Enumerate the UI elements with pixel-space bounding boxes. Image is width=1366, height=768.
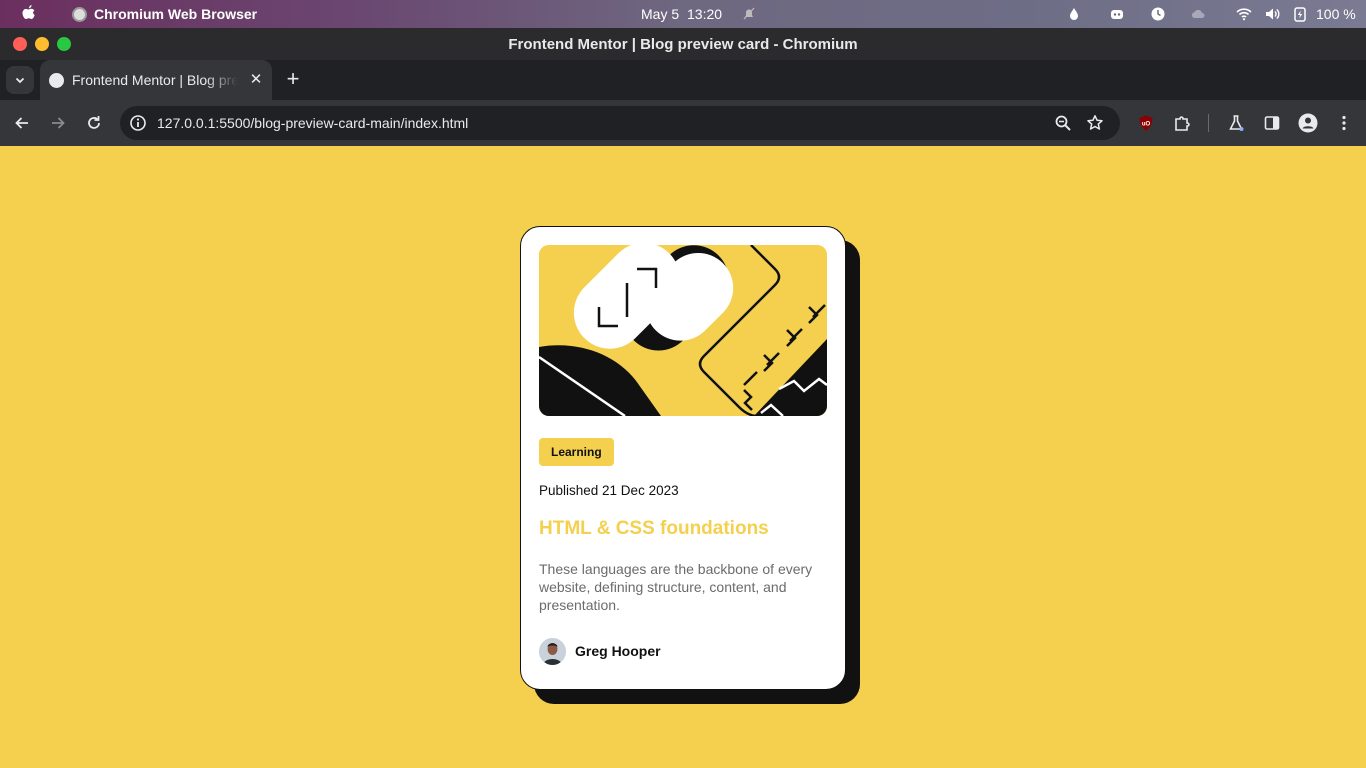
clock-date[interactable]: May 5: [641, 6, 679, 22]
browser-menu-button[interactable]: [1332, 111, 1356, 135]
volume-icon[interactable]: [1264, 6, 1280, 22]
new-tab-button[interactable]: +: [282, 68, 304, 91]
profile-avatar-icon: [1298, 113, 1318, 133]
zoom-icon[interactable]: [1054, 114, 1072, 132]
hero-illustration: [539, 245, 827, 416]
page-viewport: Learning Published 21 Dec 2023 HTML & CS…: [0, 146, 1366, 768]
article-title[interactable]: HTML & CSS foundations: [539, 518, 769, 540]
battery-percentage[interactable]: 100 %: [1316, 6, 1356, 22]
window-title-bar: Frontend Mentor | Blog preview card - Ch…: [0, 28, 1366, 60]
clock-time[interactable]: 13:20: [687, 6, 722, 22]
blog-preview-card: Learning Published 21 Dec 2023 HTML & CS…: [520, 226, 846, 690]
system-menu-bar: Chromium Web Browser May 5 13:20 100 %: [0, 0, 1366, 28]
arrow-left-icon: [15, 117, 28, 129]
profile-button[interactable]: [1296, 111, 1320, 135]
arrow-right-icon: [52, 117, 65, 129]
chevron-down-icon: [15, 77, 25, 84]
reload-button[interactable]: [82, 111, 106, 135]
droplet-icon[interactable]: [1066, 6, 1082, 22]
address-bar[interactable]: 127.0.0.1:5500/blog-preview-card-main/in…: [120, 106, 1120, 140]
category-badge: Learning: [539, 438, 614, 466]
wifi-icon[interactable]: [1236, 6, 1252, 22]
back-button[interactable]: [10, 111, 34, 135]
close-tab-icon[interactable]: ✕: [247, 71, 265, 89]
extensions-button[interactable]: [1170, 111, 1194, 135]
window-title: Frontend Mentor | Blog preview card - Ch…: [508, 36, 858, 53]
toolbar-divider: [1208, 114, 1209, 132]
battery-charging-icon[interactable]: [1292, 6, 1308, 22]
svg-text:uO: uO: [1142, 122, 1151, 128]
more-vertical-icon: [1342, 115, 1346, 131]
site-info-icon[interactable]: [128, 113, 148, 133]
puzzle-icon: [1175, 116, 1190, 131]
tab-favicon-icon: [49, 73, 64, 88]
apple-icon[interactable]: [20, 4, 36, 24]
cloud-icon[interactable]: [1190, 6, 1206, 22]
labs-button[interactable]: [1224, 111, 1248, 135]
author-name: Greg Hooper: [575, 643, 661, 659]
bookmark-star-icon[interactable]: [1086, 114, 1104, 132]
forward-button[interactable]: [46, 111, 70, 135]
notifications-muted-icon[interactable]: [742, 7, 756, 21]
flask-icon: [1229, 115, 1244, 131]
chromium-app-icon: [72, 7, 87, 22]
avatar: [539, 637, 566, 665]
author: Greg Hooper: [539, 637, 661, 665]
url-text[interactable]: 127.0.0.1:5500/blog-preview-card-main/in…: [157, 115, 468, 131]
reload-icon: [88, 116, 100, 129]
clock-icon[interactable]: [1150, 6, 1166, 22]
side-panel-icon: [1264, 116, 1280, 130]
tab-search-button[interactable]: [6, 66, 34, 94]
browser-toolbar: 127.0.0.1:5500/blog-preview-card-main/in…: [0, 100, 1366, 146]
tab-title: Frontend Mentor | Blog preview card: [72, 72, 238, 88]
ublock-icon: uO: [1139, 115, 1153, 131]
article-excerpt: These languages are the backbone of ever…: [539, 561, 813, 613]
ublock-extension-button[interactable]: uO: [1134, 111, 1158, 135]
tab-strip: Frontend Mentor | Blog preview card ✕ +: [0, 60, 1366, 100]
discord-icon[interactable]: [1109, 6, 1125, 22]
published-date: Published 21 Dec 2023: [539, 483, 679, 498]
app-name-menu[interactable]: Chromium Web Browser: [94, 6, 257, 22]
tab-active[interactable]: Frontend Mentor | Blog preview card ✕: [40, 60, 272, 100]
side-panel-button[interactable]: [1260, 111, 1284, 135]
